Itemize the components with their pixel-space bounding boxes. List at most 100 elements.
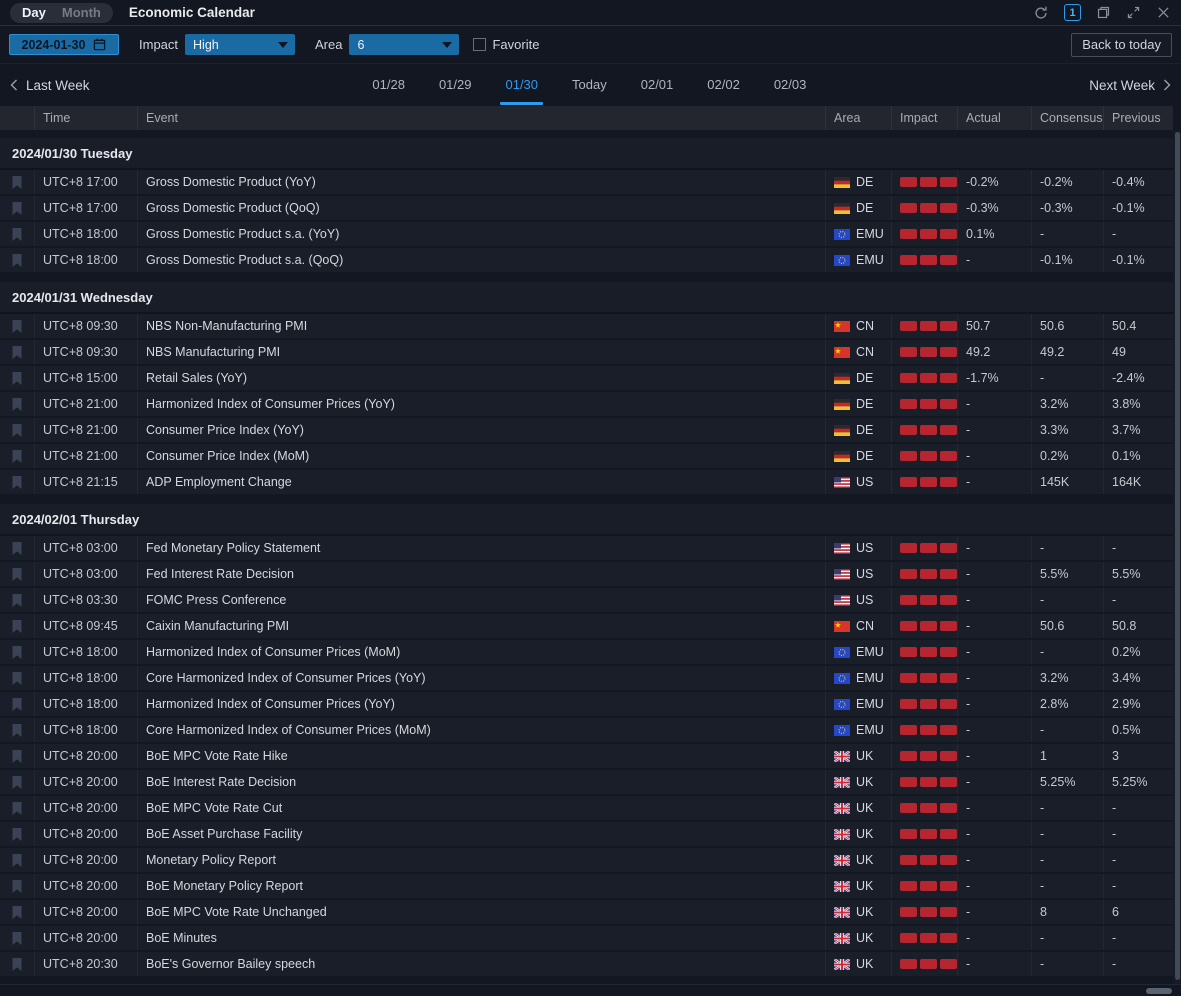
bookmark-icon[interactable] <box>11 853 23 868</box>
day-tab-02-02[interactable]: 02/02 <box>701 64 746 106</box>
horizontal-scrollbar-thumb[interactable] <box>1146 988 1172 994</box>
actual-value: - <box>957 470 1031 494</box>
table-row[interactable]: UTC+8 21:00 Consumer Price Index (YoY) D… <box>0 418 1173 444</box>
table-row[interactable]: UTC+8 03:00 Fed Interest Rate Decision U… <box>0 562 1173 588</box>
bookmark-icon[interactable] <box>11 175 23 190</box>
last-week-button[interactable]: Last Week <box>10 78 90 93</box>
bookmark-icon[interactable] <box>11 567 23 582</box>
table-row[interactable]: UTC+8 09:30 NBS Non-Manufacturing PMI CN… <box>0 314 1173 340</box>
event-area: CN <box>825 340 891 364</box>
bookmark-icon[interactable] <box>11 827 23 842</box>
table-row[interactable]: UTC+8 20:00 BoE Monetary Policy Report U… <box>0 874 1173 900</box>
flag-uk-icon <box>834 933 850 944</box>
day-tab-today[interactable]: Today <box>566 64 613 106</box>
table-row[interactable]: UTC+8 09:30 NBS Manufacturing PMI CN 49.… <box>0 340 1173 366</box>
bookmark-icon[interactable] <box>11 541 23 556</box>
table-row[interactable]: UTC+8 20:00 BoE MPC Vote Rate Unchanged … <box>0 900 1173 926</box>
impact-bar <box>940 399 957 409</box>
day-tab-01-28[interactable]: 01/28 <box>366 64 411 106</box>
event-time: UTC+8 18:00 <box>34 222 137 246</box>
table-row[interactable]: UTC+8 20:00 BoE Asset Purchase Facility … <box>0 822 1173 848</box>
bookmark-icon[interactable] <box>11 645 23 660</box>
bookmark-icon[interactable] <box>11 879 23 894</box>
next-week-button[interactable]: Next Week <box>1089 78 1171 93</box>
section-rows: UTC+8 17:00 Gross Domestic Product (YoY)… <box>0 170 1173 274</box>
tab-count-badge[interactable]: 1 <box>1064 4 1081 21</box>
favorite-filter[interactable]: Favorite <box>473 37 539 52</box>
bookmark-icon[interactable] <box>11 697 23 712</box>
table-row[interactable]: UTC+8 18:00 Core Harmonized Index of Con… <box>0 666 1173 692</box>
bookmark-icon[interactable] <box>11 801 23 816</box>
impact-bar <box>900 725 917 735</box>
close-icon[interactable] <box>1156 5 1171 20</box>
horizontal-scrollbar[interactable] <box>0 984 1181 996</box>
day-tab-02-01[interactable]: 02/01 <box>635 64 680 106</box>
bookmark-icon[interactable] <box>11 227 23 242</box>
table-row[interactable]: UTC+8 18:00 Core Harmonized Index of Con… <box>0 718 1173 744</box>
bookmark-icon[interactable] <box>11 775 23 790</box>
bookmark-icon[interactable] <box>11 319 23 334</box>
area-select[interactable]: 6 <box>349 34 459 55</box>
tab-month[interactable]: Month <box>54 5 109 20</box>
bookmark-icon[interactable] <box>11 905 23 920</box>
table-row[interactable]: UTC+8 20:00 BoE MPC Vote Rate Cut UK - -… <box>0 796 1173 822</box>
table-row[interactable]: UTC+8 20:00 BoE Minutes UK - - - <box>0 926 1173 952</box>
impact-bar <box>900 673 917 683</box>
table-row[interactable]: UTC+8 20:30 BoE's Governor Bailey speech… <box>0 952 1173 978</box>
bookmark-icon[interactable] <box>11 593 23 608</box>
impact-bar <box>900 933 917 943</box>
favorite-checkbox[interactable] <box>473 38 486 51</box>
bookmark-icon[interactable] <box>11 475 23 490</box>
bookmark-icon[interactable] <box>11 253 23 268</box>
bookmark-icon[interactable] <box>11 201 23 216</box>
bookmark-icon[interactable] <box>11 671 23 686</box>
event-name: ADP Employment Change <box>137 470 825 494</box>
impact-bar <box>900 477 917 487</box>
table-row[interactable]: UTC+8 21:15 ADP Employment Change US - 1… <box>0 470 1173 496</box>
table-row[interactable]: UTC+8 17:00 Gross Domestic Product (QoQ)… <box>0 196 1173 222</box>
table-row[interactable]: UTC+8 03:00 Fed Monetary Policy Statemen… <box>0 536 1173 562</box>
table-row[interactable]: UTC+8 20:00 BoE MPC Vote Rate Hike UK - … <box>0 744 1173 770</box>
table-row[interactable]: UTC+8 17:00 Gross Domestic Product (YoY)… <box>0 170 1173 196</box>
table-row[interactable]: UTC+8 21:00 Harmonized Index of Consumer… <box>0 392 1173 418</box>
impact-bar <box>900 425 917 435</box>
impact-select[interactable]: High <box>185 34 295 55</box>
bookmark-icon[interactable] <box>11 345 23 360</box>
event-time: UTC+8 18:00 <box>34 248 137 272</box>
tab-day[interactable]: Day <box>14 5 54 20</box>
back-to-today-button[interactable]: Back to today <box>1071 33 1172 57</box>
previous-value: 5.5% <box>1103 562 1173 586</box>
vertical-scrollbar-thumb[interactable] <box>1175 132 1180 980</box>
bookmark-icon[interactable] <box>11 619 23 634</box>
area-code: DE <box>856 418 873 442</box>
table-row[interactable]: UTC+8 20:00 BoE Interest Rate Decision U… <box>0 770 1173 796</box>
table-row[interactable]: UTC+8 18:00 Harmonized Index of Consumer… <box>0 692 1173 718</box>
vertical-scrollbar[interactable] <box>1173 130 1181 984</box>
bookmark-icon[interactable] <box>11 749 23 764</box>
table-row[interactable]: UTC+8 15:00 Retail Sales (YoY) DE -1.7% … <box>0 366 1173 392</box>
bookmark-icon[interactable] <box>11 723 23 738</box>
impact-bar <box>900 203 917 213</box>
day-tab-01-29[interactable]: 01/29 <box>433 64 478 106</box>
impact-bar <box>900 321 917 331</box>
bookmark-icon[interactable] <box>11 397 23 412</box>
date-picker[interactable]: 2024-01-30 <box>9 34 119 55</box>
table-row[interactable]: UTC+8 21:00 Consumer Price Index (MoM) D… <box>0 444 1173 470</box>
bookmark-icon[interactable] <box>11 371 23 386</box>
table-row[interactable]: UTC+8 20:00 Monetary Policy Report UK - … <box>0 848 1173 874</box>
table-row[interactable]: UTC+8 03:30 FOMC Press Conference US - -… <box>0 588 1173 614</box>
area-code: DE <box>856 196 873 220</box>
bookmark-icon[interactable] <box>11 957 23 972</box>
expand-icon[interactable] <box>1126 5 1141 20</box>
table-row[interactable]: UTC+8 18:00 Gross Domestic Product s.a. … <box>0 222 1173 248</box>
bookmark-icon[interactable] <box>11 449 23 464</box>
duplicate-icon[interactable] <box>1096 5 1111 20</box>
table-row[interactable]: UTC+8 18:00 Gross Domestic Product s.a. … <box>0 248 1173 274</box>
table-row[interactable]: UTC+8 18:00 Harmonized Index of Consumer… <box>0 640 1173 666</box>
bookmark-icon[interactable] <box>11 423 23 438</box>
day-tab-01-30[interactable]: 01/30 <box>499 64 544 106</box>
refresh-icon[interactable] <box>1033 5 1049 21</box>
day-tab-02-03[interactable]: 02/03 <box>768 64 813 106</box>
table-row[interactable]: UTC+8 09:45 Caixin Manufacturing PMI CN … <box>0 614 1173 640</box>
bookmark-icon[interactable] <box>11 931 23 946</box>
